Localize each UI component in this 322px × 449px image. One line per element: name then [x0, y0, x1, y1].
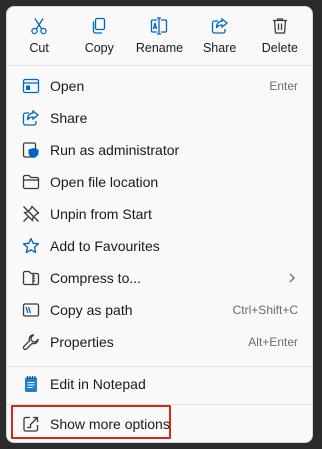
- notepad-icon: [22, 375, 40, 393]
- unpin-icon: [22, 205, 40, 223]
- rename-icon: [151, 17, 168, 35]
- trash-icon: [272, 18, 287, 34]
- menu-item-label: Compress to...: [50, 270, 142, 286]
- zip-folder-icon: [22, 269, 40, 287]
- rename-label: Rename: [135, 41, 184, 55]
- folder-icon: [22, 173, 40, 191]
- cut-label: Cut: [29, 41, 49, 55]
- menu-item-label: Properties: [50, 334, 114, 350]
- share-icon: [22, 109, 40, 127]
- menu-item-label: Open: [50, 78, 85, 94]
- menu-item-open-file-location[interactable]: Open file location: [11, 166, 308, 198]
- shield-icon: [22, 141, 40, 159]
- menu-item-share[interactable]: Share: [11, 102, 308, 134]
- copy-button[interactable]: Copy: [70, 7, 128, 63]
- menu-item-add-to-favourites[interactable]: Add to Favourites: [11, 230, 308, 262]
- annotation-highlight-box: [11, 405, 171, 439]
- menu-item-label: Open file location: [50, 174, 159, 190]
- menu-item-properties[interactable]: Properties Alt+Enter: [11, 326, 308, 358]
- path-icon: [22, 301, 40, 319]
- shortcut-text: Enter: [269, 79, 298, 93]
- menu-separator: [7, 366, 312, 367]
- copy-label: Copy: [84, 41, 114, 55]
- shortcut-text: Ctrl+Shift+C: [232, 303, 298, 317]
- cut-button[interactable]: Cut: [10, 7, 68, 63]
- menu-item-open[interactable]: Open Enter: [11, 70, 308, 102]
- menu-item-compress-to[interactable]: Compress to...: [11, 262, 308, 294]
- menu-item-label: Edit in Notepad: [50, 376, 146, 392]
- scissors-icon: [31, 18, 47, 35]
- chevron-right-icon: [289, 273, 295, 283]
- menu-item-copy-as-path[interactable]: Copy as path Ctrl+Shift+C: [11, 294, 308, 326]
- share-icon: [211, 17, 228, 34]
- share-button[interactable]: Share: [191, 7, 249, 63]
- shortcut-text: Alt+Enter: [248, 335, 298, 349]
- menu-item-label: Add to Favourites: [50, 238, 160, 254]
- rename-button[interactable]: Rename: [130, 7, 188, 63]
- toolbar-separator: [7, 65, 312, 66]
- menu-item-label: Run as administrator: [50, 142, 180, 158]
- menu-item-label: Unpin from Start: [50, 206, 152, 222]
- star-icon: [22, 237, 40, 255]
- delete-label: Delete: [261, 41, 298, 55]
- context-toolbar: Cut Copy Rename Share Delete: [7, 7, 312, 65]
- delete-button[interactable]: Delete: [251, 7, 309, 63]
- wrench-icon: [22, 333, 40, 351]
- menu-item-unpin-from-start[interactable]: Unpin from Start: [11, 198, 308, 230]
- share-label: Share: [202, 41, 237, 55]
- context-menu: Cut Copy Rename Share Delete Open Enter …: [6, 6, 313, 443]
- copy-icon: [93, 17, 106, 34]
- menu-item-label: Copy as path: [50, 302, 133, 318]
- open-window-icon: [22, 77, 40, 95]
- menu-item-label: Share: [50, 110, 88, 126]
- menu-item-run-as-admin[interactable]: Run as administrator: [11, 134, 308, 166]
- menu-item-edit-in-notepad[interactable]: Edit in Notepad: [11, 368, 308, 400]
